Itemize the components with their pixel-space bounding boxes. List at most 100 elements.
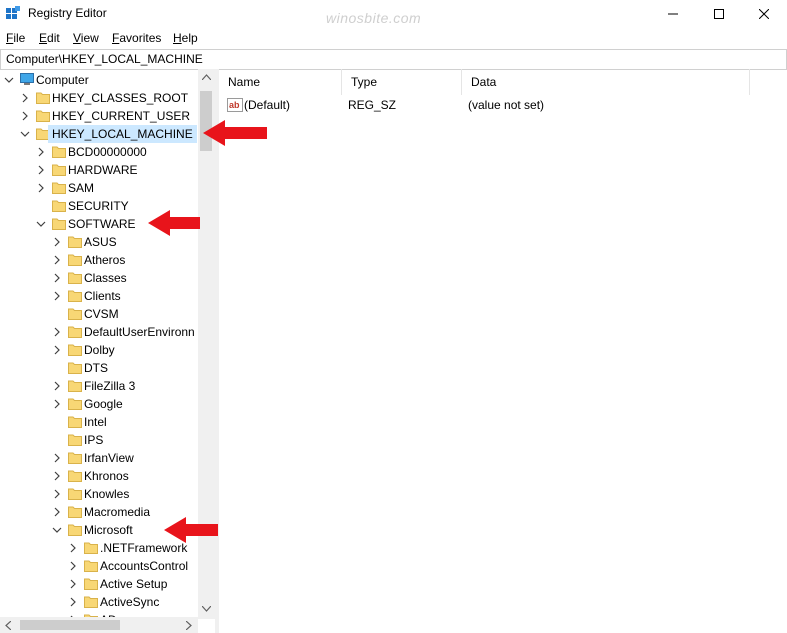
- tree-node[interactable]: Knowles: [0, 485, 198, 503]
- chevron-right-icon[interactable]: [52, 291, 62, 301]
- tree-node[interactable]: Clients: [0, 287, 198, 305]
- column-header-type[interactable]: Type: [342, 69, 462, 95]
- chevron-right-icon[interactable]: [20, 93, 30, 103]
- annotation-arrow: [203, 120, 267, 146]
- column-label: Type: [351, 75, 378, 89]
- chevron-right-icon[interactable]: [52, 507, 62, 517]
- tree-node[interactable]: Classes: [0, 269, 198, 287]
- chevron-right-icon[interactable]: [52, 453, 62, 463]
- tree-node[interactable]: Intel: [0, 413, 198, 431]
- tree-node[interactable]: FileZilla 3: [0, 377, 198, 395]
- maximize-icon: [714, 9, 724, 19]
- close-icon: [759, 9, 769, 19]
- tree-node[interactable]: Atheros: [0, 251, 198, 269]
- tree-node[interactable]: Khronos: [0, 467, 198, 485]
- tree-node-label: SOFTWARE: [68, 217, 136, 231]
- tree-horizontal-scrollbar[interactable]: [0, 617, 198, 633]
- chevron-right-icon[interactable]: [20, 111, 30, 121]
- tree-node[interactable]: HKEY_LOCAL_MACHINE: [0, 125, 198, 143]
- chevron-down-icon[interactable]: [36, 219, 46, 229]
- folder-icon: [52, 182, 66, 194]
- tree-node-label: ASUS: [84, 235, 117, 249]
- menu-label: iew: [80, 31, 99, 45]
- chevron-right-icon[interactable]: [68, 561, 78, 571]
- address-path: Computer\HKEY_LOCAL_MACHINE: [6, 52, 203, 66]
- folder-icon: [68, 326, 82, 338]
- tree-node-label: SAM: [68, 181, 95, 195]
- tree-node-label: DTS: [84, 361, 108, 375]
- tree-node[interactable]: IrfanView: [0, 449, 198, 467]
- annotation-arrow: [164, 517, 218, 543]
- chevron-right-icon[interactable]: [68, 597, 78, 607]
- tree-node-label: Computer: [36, 73, 89, 87]
- menu-view[interactable]: View: [73, 31, 99, 45]
- chevron-right-icon[interactable]: [68, 579, 78, 589]
- chevron-right-icon[interactable]: [52, 471, 62, 481]
- tree-node[interactable]: IPS: [0, 431, 198, 449]
- folder-icon: [68, 416, 82, 428]
- tree-node[interactable]: Active Setup: [0, 575, 198, 593]
- chevron-down-icon[interactable]: [20, 129, 30, 139]
- computer-icon: [20, 73, 34, 85]
- chevron-down-icon[interactable]: [52, 525, 62, 535]
- chevron-right-icon[interactable]: [68, 543, 78, 553]
- scroll-right-icon[interactable]: [186, 621, 192, 630]
- tree-node-computer[interactable]: Computer: [0, 71, 198, 89]
- tree-node[interactable]: Google: [0, 395, 198, 413]
- tree-node[interactable]: HKEY_CURRENT_USER: [0, 107, 198, 125]
- folder-icon: [68, 398, 82, 410]
- folder-icon: [52, 200, 66, 212]
- chevron-right-icon[interactable]: [52, 273, 62, 283]
- menu-help[interactable]: Help: [173, 31, 198, 45]
- minimize-button[interactable]: [650, 0, 696, 28]
- chevron-right-icon[interactable]: [52, 399, 62, 409]
- menu-file[interactable]: File: [6, 31, 25, 45]
- chevron-right-icon[interactable]: [36, 183, 46, 193]
- chevron-right-icon[interactable]: [52, 489, 62, 499]
- menu-favorites[interactable]: Favorites: [112, 31, 161, 45]
- column-label: Name: [228, 75, 261, 89]
- folder-icon: [52, 218, 66, 230]
- scroll-left-icon[interactable]: [5, 621, 11, 630]
- maximize-button[interactable]: [696, 0, 742, 28]
- tree-node-label: Classes: [84, 271, 127, 285]
- scroll-up-icon[interactable]: [202, 74, 211, 80]
- value-data: (value not set): [468, 98, 545, 112]
- chevron-right-icon[interactable]: [52, 381, 62, 391]
- tree-node[interactable]: AccountsControl: [0, 557, 198, 575]
- value-type: REG_SZ: [348, 98, 397, 112]
- chevron-down-icon[interactable]: [4, 75, 14, 85]
- scroll-thumb[interactable]: [20, 620, 120, 630]
- tree-node[interactable]: CVSM: [0, 305, 198, 323]
- svg-text:ab: ab: [229, 100, 240, 110]
- chevron-right-icon[interactable]: [52, 345, 62, 355]
- tree-node[interactable]: Dolby: [0, 341, 198, 359]
- tree-node[interactable]: HKEY_CLASSES_ROOT: [0, 89, 198, 107]
- column-header-data[interactable]: Data: [462, 69, 750, 95]
- values-pane[interactable]: Name Type Data ab (Default) REG_SZ (valu…: [219, 69, 787, 633]
- address-bar[interactable]: Computer\HKEY_LOCAL_MACHINE: [0, 49, 787, 70]
- close-button[interactable]: [741, 0, 787, 28]
- menu-edit[interactable]: Edit: [39, 31, 60, 45]
- tree-node[interactable]: BCD00000000: [0, 143, 198, 161]
- chevron-right-icon[interactable]: [52, 255, 62, 265]
- tree-node[interactable]: ActiveSync: [0, 593, 198, 611]
- menu-accel: E: [39, 31, 48, 45]
- tree-node[interactable]: DTS: [0, 359, 198, 377]
- chevron-right-icon[interactable]: [52, 237, 62, 247]
- value-row[interactable]: ab (Default) REG_SZ (value not set): [225, 96, 745, 114]
- scroll-down-icon[interactable]: [202, 606, 211, 612]
- folder-icon: [68, 236, 82, 248]
- column-header-name[interactable]: Name: [219, 69, 342, 95]
- tree-node[interactable]: SAM: [0, 179, 198, 197]
- chevron-right-icon[interactable]: [36, 147, 46, 157]
- folder-icon: [68, 470, 82, 482]
- chevron-right-icon[interactable]: [52, 327, 62, 337]
- tree-node[interactable]: HARDWARE: [0, 161, 198, 179]
- key-tree[interactable]: Computer HKEY_CLASSES_ROOT HKEY_CURRENT_US…: [0, 69, 216, 633]
- tree-node[interactable]: DefaultUserEnvironn: [0, 323, 198, 341]
- chevron-right-icon[interactable]: [36, 165, 46, 175]
- tree-node-label: Active Setup: [100, 577, 168, 591]
- tree-node-label: Khronos: [84, 469, 129, 483]
- folder-icon: [68, 254, 82, 266]
